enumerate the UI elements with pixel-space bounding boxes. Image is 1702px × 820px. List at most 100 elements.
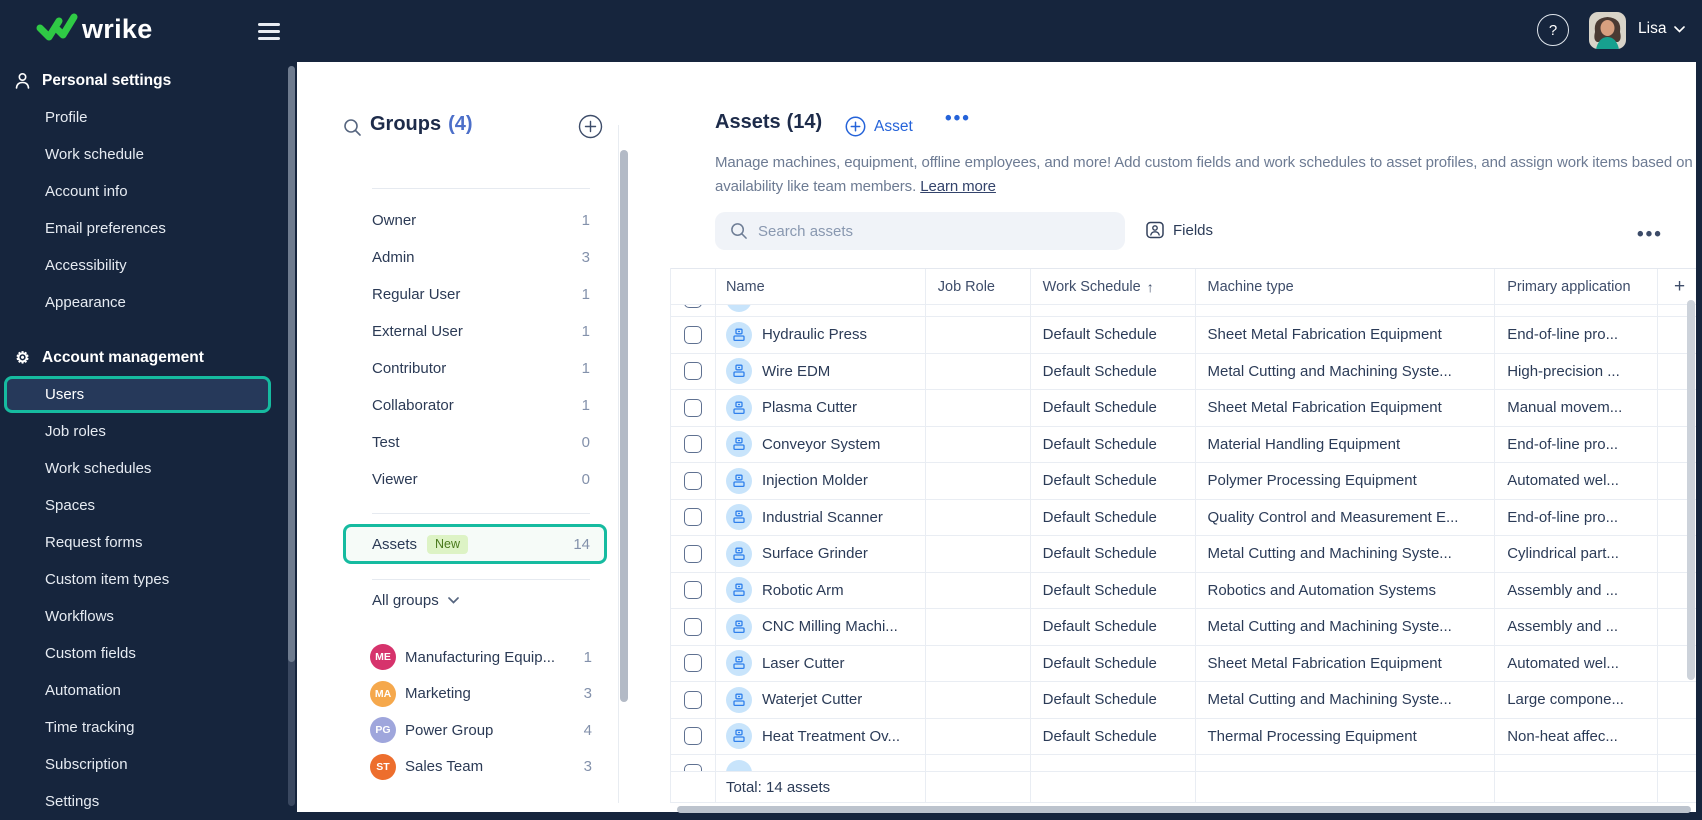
asset-icon (725, 577, 752, 604)
help-button[interactable]: ? (1537, 14, 1569, 46)
sidebar-scrollbar-thumb[interactable] (288, 66, 295, 662)
sidebar-section-personal-settings[interactable]: Personal settings (0, 62, 285, 99)
asset-name: Plasma Cutter (761, 399, 857, 417)
row-checkbox[interactable] (683, 764, 702, 771)
row-checkbox[interactable] (683, 654, 702, 673)
sidebar-item-job-roles[interactable]: Job roles (4, 413, 271, 450)
row-checkbox[interactable] (683, 471, 702, 490)
work-schedule-cell: Default Schedule (1042, 654, 1157, 672)
asset-icon (725, 650, 752, 677)
group-item-marketing[interactable]: MA Marketing 3 (370, 676, 592, 713)
sidebar-item-settings[interactable]: Settings (4, 783, 271, 820)
user-avatar[interactable] (1589, 12, 1626, 49)
machine-type-cell: Metal Cutting and Machining Syste... (1207, 545, 1452, 563)
row-checkbox[interactable] (683, 362, 702, 381)
table-row[interactable]: Industrial Scanner Default Schedule Qual… (671, 499, 1696, 536)
sidebar-item-time-tracking[interactable]: Time tracking (4, 709, 271, 746)
table-row[interactable]: Hydraulic Press Default Schedule Sheet M… (671, 317, 1696, 354)
sidebar-item-work-schedule[interactable]: Work schedule (4, 136, 271, 173)
table-row[interactable]: Surface Grinder Default Schedule Metal C… (671, 536, 1696, 573)
all-groups-dropdown[interactable]: All groups (372, 588, 459, 612)
search-input[interactable] (758, 222, 1098, 240)
role-count: 3 (581, 249, 590, 266)
row-checkbox[interactable] (683, 690, 702, 709)
table-row[interactable]: Robotic Arm Default Schedule Robotics an… (671, 572, 1696, 609)
role-item-viewer[interactable]: Viewer 0 (372, 461, 590, 498)
role-item-contributor[interactable]: Contributor 1 (372, 350, 590, 387)
sidebar-item-appearance[interactable]: Appearance (4, 284, 271, 321)
plus-circle-icon (578, 114, 603, 139)
row-checkbox[interactable] (683, 508, 702, 527)
role-item-collaborator[interactable]: Collaborator 1 (372, 387, 590, 424)
row-checkbox[interactable] (683, 435, 702, 454)
role-item-test[interactable]: Test 0 (372, 424, 590, 461)
table-vertical-scrollbar[interactable] (1687, 300, 1695, 680)
table-row[interactable]: Injection Molder Default Schedule Polyme… (671, 463, 1696, 500)
table-row[interactable]: Plasma Cutter Default Schedule Sheet Met… (671, 390, 1696, 427)
sidebar-item-custom-item-types[interactable]: Custom item types (4, 561, 271, 598)
table-row[interactable]: Waterjet Cutter Default Schedule Metal C… (671, 682, 1696, 719)
sidebar-item-users[interactable]: Users (4, 376, 271, 413)
sidebar-item-work-schedules[interactable]: Work schedules (4, 450, 271, 487)
total-label: Total: 14 assets (716, 772, 926, 802)
sidebar-item-automation[interactable]: Automation (4, 672, 271, 709)
sidebar-section-account-management[interactable]: ⚙ Account management (0, 339, 285, 376)
role-label: Collaborator (372, 397, 454, 414)
table-row[interactable]: Heat Treatment Ov... Default Schedule Th… (671, 718, 1696, 755)
assets-group-item[interactable]: Assets New 14 (343, 524, 607, 564)
row-checkbox[interactable] (683, 581, 702, 600)
group-count: 3 (583, 758, 592, 776)
sidebar-item-request-forms[interactable]: Request forms (4, 524, 271, 561)
table-row[interactable]: Conveyor System Default Schedule Materia… (671, 426, 1696, 463)
column-header-name[interactable]: Name (716, 269, 926, 304)
primary-application-cell: Assembly and ... (1507, 581, 1619, 599)
groups-search-icon[interactable] (343, 118, 362, 137)
fields-button[interactable]: Fields (1145, 220, 1213, 240)
add-asset-button[interactable]: Asset (845, 116, 913, 137)
role-item-external-user[interactable]: External User 1 (372, 313, 590, 350)
sidebar-item-spaces[interactable]: Spaces (4, 487, 271, 524)
roles-list: Owner 1 Admin 3 Regular User 1 External User 1 C… (372, 202, 590, 498)
sidebar-item-custom-fields[interactable]: Custom fields (4, 635, 271, 672)
column-header-primary-application[interactable]: Primary application (1495, 269, 1659, 304)
assets-more-button[interactable]: ••• (945, 108, 971, 130)
group-item-sales-team[interactable]: ST Sales Team 3 (370, 749, 592, 786)
primary-application-cell: End-of-line pro... (1507, 508, 1619, 526)
table-row[interactable]: CNC Milling Machi... Default Schedule Me… (671, 609, 1696, 646)
table-row[interactable]: Wire EDM Default Schedule Metal Cutting … (671, 353, 1696, 390)
primary-application-cell: Manual movem... (1507, 399, 1623, 417)
learn-more-link[interactable]: Learn more (920, 178, 996, 195)
row-checkbox[interactable] (683, 544, 702, 563)
table-row[interactable]: Laser Cutter Default Schedule Sheet Meta… (671, 645, 1696, 682)
user-menu[interactable]: Lisa (1638, 20, 1686, 38)
sidebar-item-profile[interactable]: Profile (4, 99, 271, 136)
table-more-button[interactable]: ••• (1637, 224, 1663, 246)
column-header-machine-type[interactable]: Machine type (1196, 269, 1496, 304)
row-checkbox[interactable] (683, 727, 702, 746)
column-header-job-role[interactable]: Job Role (926, 269, 1031, 304)
groups-scrollbar[interactable] (620, 150, 628, 702)
table-horizontal-scrollbar[interactable] (677, 806, 1691, 813)
sidebar-item-workflows[interactable]: Workflows (4, 598, 271, 635)
group-item-manufacturing-equip[interactable]: ME Manufacturing Equip... 1 (370, 639, 592, 676)
row-checkbox[interactable] (683, 325, 702, 344)
group-item-power-group[interactable]: PG Power Group 4 (370, 712, 592, 749)
sidebar-item-subscription[interactable]: Subscription (4, 746, 271, 783)
column-header-work-schedule[interactable]: Work Schedule ↑ (1031, 269, 1196, 304)
wrike-logo[interactable]: wrike (36, 13, 153, 45)
row-checkbox[interactable] (683, 398, 702, 417)
role-item-admin[interactable]: Admin 3 (372, 239, 590, 276)
asset-name: Heat Treatment Ov... (761, 727, 901, 745)
menu-button[interactable] (258, 23, 280, 40)
sidebar-item-accessibility[interactable]: Accessibility (4, 247, 271, 284)
add-group-button[interactable] (578, 114, 603, 144)
sidebar-item-account-info[interactable]: Account info (4, 173, 271, 210)
role-item-regular-user[interactable]: Regular User 1 (372, 276, 590, 313)
row-checkbox[interactable] (683, 305, 702, 308)
row-checkbox[interactable] (683, 617, 702, 636)
search-box[interactable] (715, 212, 1125, 250)
sidebar-item-email-preferences[interactable]: Email preferences (4, 210, 271, 247)
role-label: Test (372, 434, 400, 451)
role-item-owner[interactable]: Owner 1 (372, 202, 590, 239)
add-column-button[interactable]: + (1658, 269, 1696, 304)
